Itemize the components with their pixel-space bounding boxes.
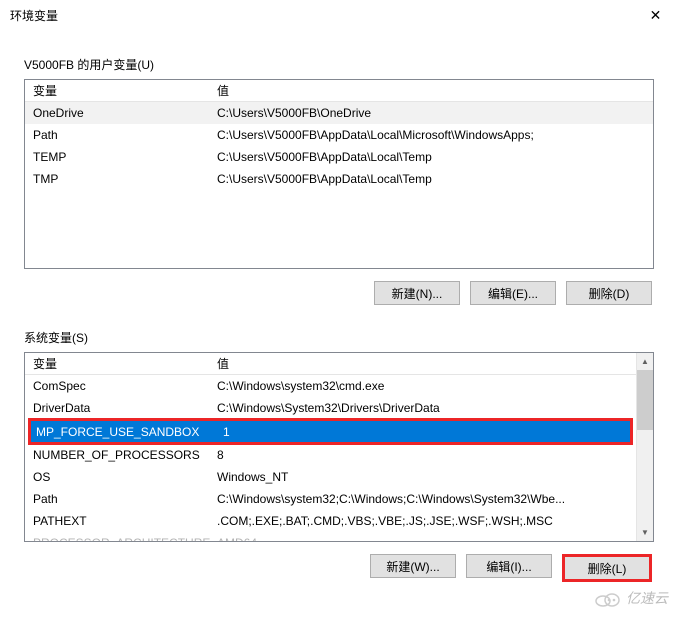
scroll-up-icon[interactable]: ▲ bbox=[637, 353, 653, 370]
new-system-var-button[interactable]: 新建(W)... bbox=[370, 554, 456, 578]
edit-user-var-button[interactable]: 编辑(E)... bbox=[470, 281, 556, 305]
highlighted-row-frame: MP_FORCE_USE_SANDBOX 1 bbox=[28, 418, 633, 445]
system-vars-buttons: 新建(W)... 编辑(I)... 删除(L) bbox=[24, 554, 654, 582]
edit-system-var-button[interactable]: 编辑(I)... bbox=[466, 554, 552, 578]
table-row[interactable]: MP_FORCE_USE_SANDBOX 1 bbox=[31, 421, 630, 442]
delete-user-var-button[interactable]: 删除(D) bbox=[566, 281, 652, 305]
system-vars-header: 变量 值 bbox=[25, 353, 636, 375]
watermark-text: 亿速云 bbox=[626, 588, 668, 608]
new-user-var-button[interactable]: 新建(N)... bbox=[374, 281, 460, 305]
col-header-name[interactable]: 变量 bbox=[25, 82, 211, 99]
table-row[interactable]: Path C:\Windows\system32;C:\Windows;C:\W… bbox=[25, 488, 636, 510]
system-vars-label: 系统变量(S) bbox=[24, 329, 654, 346]
user-vars-header: 变量 值 bbox=[25, 80, 653, 102]
user-vars-label: V5000FB 的用户变量(U) bbox=[24, 56, 654, 73]
table-row[interactable]: TEMP C:\Users\V5000FB\AppData\Local\Temp bbox=[25, 146, 653, 168]
table-row[interactable]: PATHEXT .COM;.EXE;.BAT;.CMD;.VBS;.VBE;.J… bbox=[25, 510, 636, 532]
close-button[interactable]: ✕ bbox=[633, 0, 678, 30]
close-icon: ✕ bbox=[650, 7, 662, 24]
scroll-down-icon[interactable]: ▼ bbox=[637, 524, 653, 541]
table-row[interactable]: PROCESSOR_ARCHITECTURE AMD64 bbox=[25, 532, 636, 541]
table-row[interactable]: ComSpec C:\Windows\system32\cmd.exe bbox=[25, 375, 636, 397]
col-header-value[interactable]: 值 bbox=[211, 355, 636, 372]
col-header-value[interactable]: 值 bbox=[211, 82, 653, 99]
user-vars-buttons: 新建(N)... 编辑(E)... 删除(D) bbox=[24, 281, 654, 305]
table-row[interactable]: TMP C:\Users\V5000FB\AppData\Local\Temp bbox=[25, 168, 653, 190]
table-row[interactable]: Path C:\Users\V5000FB\AppData\Local\Micr… bbox=[25, 124, 653, 146]
titlebar: 环境变量 ✕ bbox=[0, 0, 678, 30]
delete-system-var-button[interactable]: 删除(L) bbox=[562, 554, 652, 582]
scrollbar[interactable]: ▲ ▼ bbox=[636, 353, 653, 541]
col-header-name[interactable]: 变量 bbox=[25, 355, 211, 372]
window-title: 环境变量 bbox=[10, 7, 58, 24]
watermark: 亿速云 bbox=[594, 588, 668, 608]
scroll-thumb[interactable] bbox=[637, 370, 653, 430]
table-row[interactable]: OneDrive C:\Users\V5000FB\OneDrive bbox=[25, 102, 653, 124]
system-vars-listbox[interactable]: 变量 值 ComSpec C:\Windows\system32\cmd.exe… bbox=[24, 352, 654, 542]
table-row[interactable]: NUMBER_OF_PROCESSORS 8 bbox=[25, 444, 636, 466]
scroll-track[interactable] bbox=[637, 430, 653, 524]
cloud-icon bbox=[594, 589, 620, 607]
user-vars-listbox[interactable]: 变量 值 OneDrive C:\Users\V5000FB\OneDrive … bbox=[24, 79, 654, 269]
table-row[interactable]: OS Windows_NT bbox=[25, 466, 636, 488]
dialog-content: V5000FB 的用户变量(U) 变量 值 OneDrive C:\Users\… bbox=[0, 30, 678, 602]
table-row[interactable]: DriverData C:\Windows\System32\Drivers\D… bbox=[25, 397, 636, 419]
